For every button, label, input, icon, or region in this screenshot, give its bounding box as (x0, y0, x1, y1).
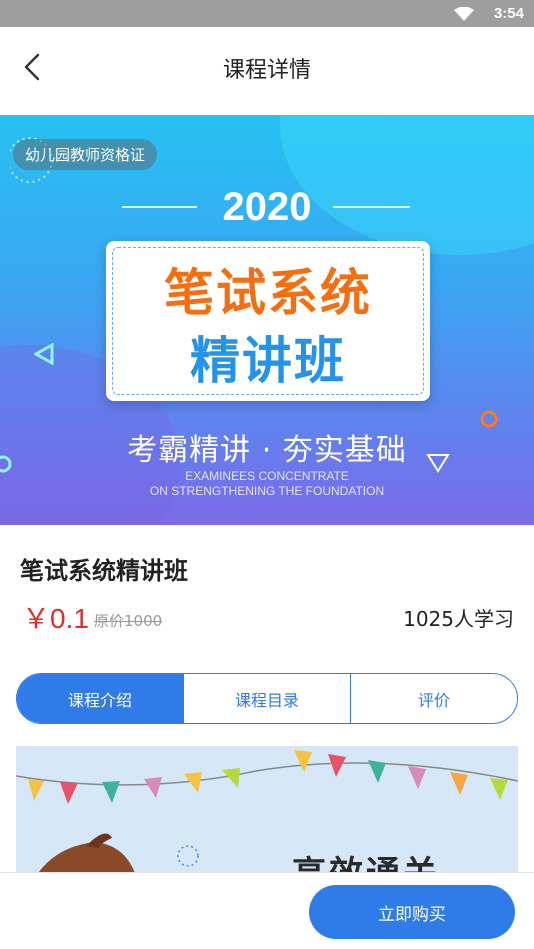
tab-catalog[interactable]: 课程目录 (183, 674, 350, 723)
learner-count: 1025人学习 (403, 607, 514, 631)
triangle-decoration (34, 343, 54, 365)
slogan-en-line1: EXAMINEES CONCENTRATE (185, 469, 349, 483)
tab-reviews[interactable]: 评价 (350, 674, 517, 723)
card-title-line2: 精讲班 (190, 332, 346, 390)
intro-image: 高效通关 (16, 746, 518, 876)
pennant-banner-illustration (16, 750, 518, 876)
course-banner: 幼儿园教师资格证 2020 笔试系统 精讲班 考霸精讲 · 夯实基础 EXAMI… (0, 115, 534, 525)
banner-card: 笔试系统 精讲班 (106, 241, 430, 401)
course-name: 笔试系统精讲班 (20, 557, 188, 585)
wifi-icon (454, 6, 474, 25)
banner-year: 2020 (222, 185, 312, 229)
category-tag: 幼儿园教师资格证 (13, 139, 158, 170)
slogan-en-line2: ON STRENGTHENING THE FOUNDATION (149, 484, 385, 498)
status-bar: 3:54 (0, 0, 534, 27)
original-price: 原价1000 (94, 612, 163, 630)
tab-intro[interactable]: 课程介绍 (17, 674, 183, 723)
banner-slogan-en: EXAMINEES CONCENTRATE ON STRENGTHENING T… (0, 469, 534, 499)
buy-now-button[interactable]: 立即购买 (309, 885, 515, 939)
course-tabs: 课程介绍 课程目录 评价 (16, 673, 518, 724)
bottom-bar: 立即购买 (0, 872, 534, 949)
banner-slogan: 考霸精讲 · 夯实基础 (127, 433, 407, 468)
page-title: 课程详情 (222, 58, 311, 83)
year-row: 2020 (0, 185, 534, 229)
course-price: ￥0.1 (22, 603, 89, 634)
title-bar: 课程详情 (0, 27, 534, 115)
status-time: 3:54 (493, 5, 524, 22)
card-title-line1: 笔试系统 (164, 264, 372, 322)
